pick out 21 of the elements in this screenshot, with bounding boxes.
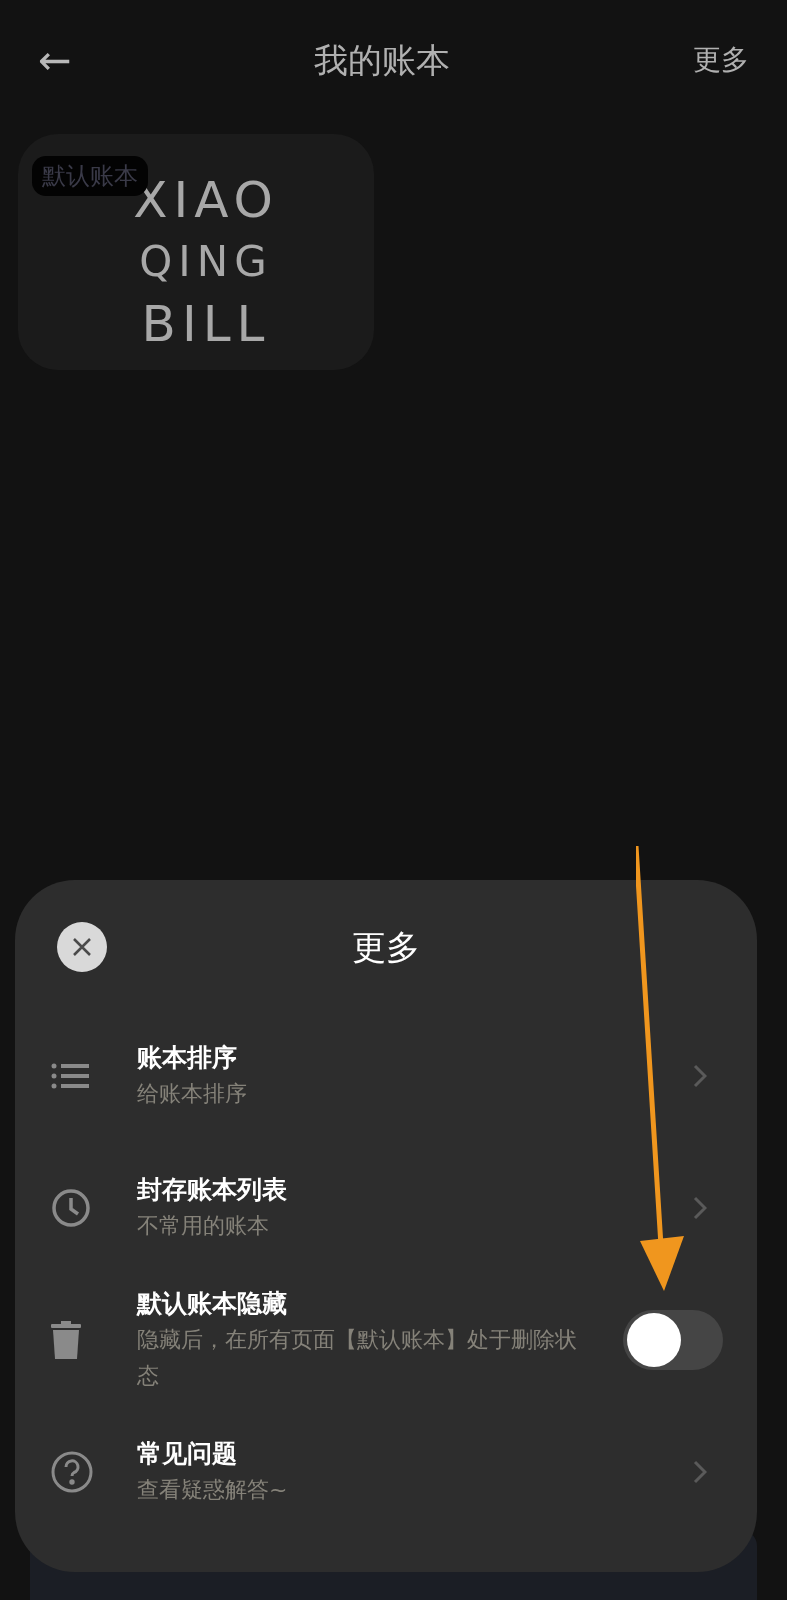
more-button[interactable]: 更多 — [693, 39, 749, 81]
clock-icon — [51, 1188, 91, 1228]
option-title[interactable]: 常见问题 — [137, 1436, 693, 1472]
page-title: 我的账本 — [314, 38, 451, 82]
help-icon — [51, 1451, 93, 1493]
option-title[interactable]: 默认账本隐藏 — [137, 1286, 623, 1322]
option-title[interactable]: 封存账本列表 — [137, 1172, 693, 1208]
chevron-icon[interactable] — [693, 1064, 707, 1088]
close-button[interactable] — [57, 922, 107, 972]
sheet-title: 更多 — [352, 925, 420, 969]
option-subtitle: 给账本排序 — [137, 1080, 248, 1108]
option-subtitle: 不常用的账本 — [137, 1212, 270, 1240]
option-subtitle: 隐藏后，在所有页面【默认账本】处于删除状态 — [137, 1326, 578, 1390]
chevron-icon[interactable] — [693, 1460, 707, 1484]
trash-icon — [51, 1321, 81, 1359]
list-icon — [51, 1063, 89, 1089]
chevron-icon[interactable] — [693, 1196, 707, 1220]
option-subtitle: 查看疑惑解答~ — [137, 1476, 289, 1504]
close-icon — [72, 937, 92, 957]
option-title[interactable]: 账本排序 — [137, 1040, 693, 1076]
back-button[interactable]: ← — [38, 40, 72, 80]
